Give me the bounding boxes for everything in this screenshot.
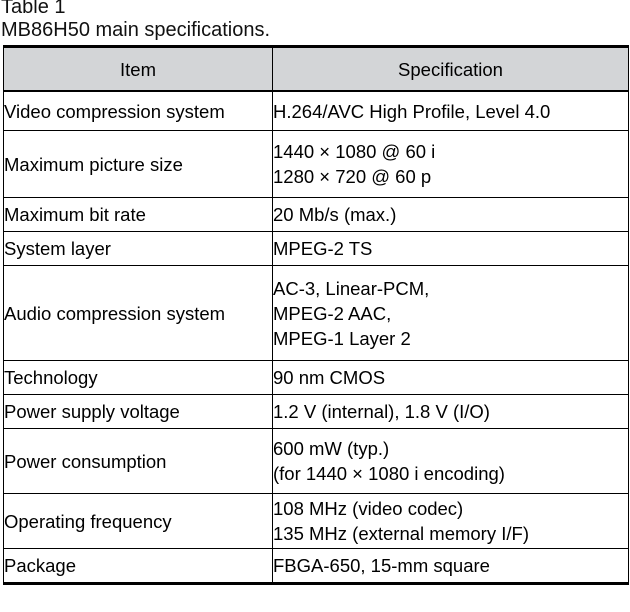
table-row: Technology 90 nm CMOS bbox=[3, 360, 629, 395]
cell-specification: AC-3, Linear-PCM, MPEG-2 AAC, MPEG-1 Lay… bbox=[272, 265, 629, 361]
cell-specification: 108 MHz (video codec) 135 MHz (external … bbox=[272, 493, 629, 549]
specifications-table: Item Specification Video compression sys… bbox=[3, 45, 629, 585]
table-figure: Table 1 MB86H50 main specifications. Ite… bbox=[0, 0, 630, 612]
cell-item: Power consumption bbox=[3, 428, 273, 494]
cell-item: System layer bbox=[3, 231, 273, 266]
cell-item: Package bbox=[3, 548, 273, 584]
cell-specification: 90 nm CMOS bbox=[272, 360, 629, 395]
cell-item: Maximum bit rate bbox=[3, 197, 273, 232]
cell-item: Power supply voltage bbox=[3, 394, 273, 429]
column-header-item: Item bbox=[3, 45, 273, 92]
cell-specification: H.264/AVC High Profile, Level 4.0 bbox=[272, 90, 629, 131]
cell-item: Audio compression system bbox=[3, 265, 273, 361]
table-head: Item Specification bbox=[3, 45, 629, 92]
cell-specification: 1.2 V (internal), 1.8 V (I/O) bbox=[272, 394, 629, 429]
cell-item: Video compression system bbox=[3, 90, 273, 131]
table-row: Package FBGA-650, 15-mm square bbox=[3, 548, 629, 584]
cell-specification: 20 Mb/s (max.) bbox=[272, 197, 629, 232]
cell-specification: FBGA-650, 15-mm square bbox=[272, 548, 629, 584]
cell-item: Maximum picture size bbox=[3, 130, 273, 198]
cell-specification: 1440 × 1080 @ 60 i 1280 × 720 @ 60 p bbox=[272, 130, 629, 198]
cell-item: Operating frequency bbox=[3, 493, 273, 549]
specifications-table-container: Item Specification Video compression sys… bbox=[3, 45, 629, 585]
caption-label: Table 1 bbox=[1, 0, 66, 18]
table-body: Video compression system H.264/AVC High … bbox=[3, 90, 629, 584]
table-row: Power consumption 600 mW (typ.) (for 144… bbox=[3, 428, 629, 494]
table-row: Power supply voltage 1.2 V (internal), 1… bbox=[3, 394, 629, 429]
table-row: Operating frequency 108 MHz (video codec… bbox=[3, 493, 629, 549]
table-row: System layer MPEG-2 TS bbox=[3, 231, 629, 266]
table-header-row: Item Specification bbox=[3, 45, 629, 92]
table-row: Maximum bit rate 20 Mb/s (max.) bbox=[3, 197, 629, 232]
caption-title: MB86H50 main specifications. bbox=[1, 19, 271, 41]
table-row: Audio compression system AC-3, Linear-PC… bbox=[3, 265, 629, 361]
table-row: Video compression system H.264/AVC High … bbox=[3, 90, 629, 131]
table-row: Maximum picture size 1440 × 1080 @ 60 i … bbox=[3, 130, 629, 198]
cell-specification: MPEG-2 TS bbox=[272, 231, 629, 266]
column-header-specification: Specification bbox=[272, 45, 629, 92]
cell-item: Technology bbox=[3, 360, 273, 395]
cell-specification: 600 mW (typ.) (for 1440 × 1080 i encodin… bbox=[272, 428, 629, 494]
table-caption: Table 1 MB86H50 main specifications. bbox=[1, 0, 629, 41]
